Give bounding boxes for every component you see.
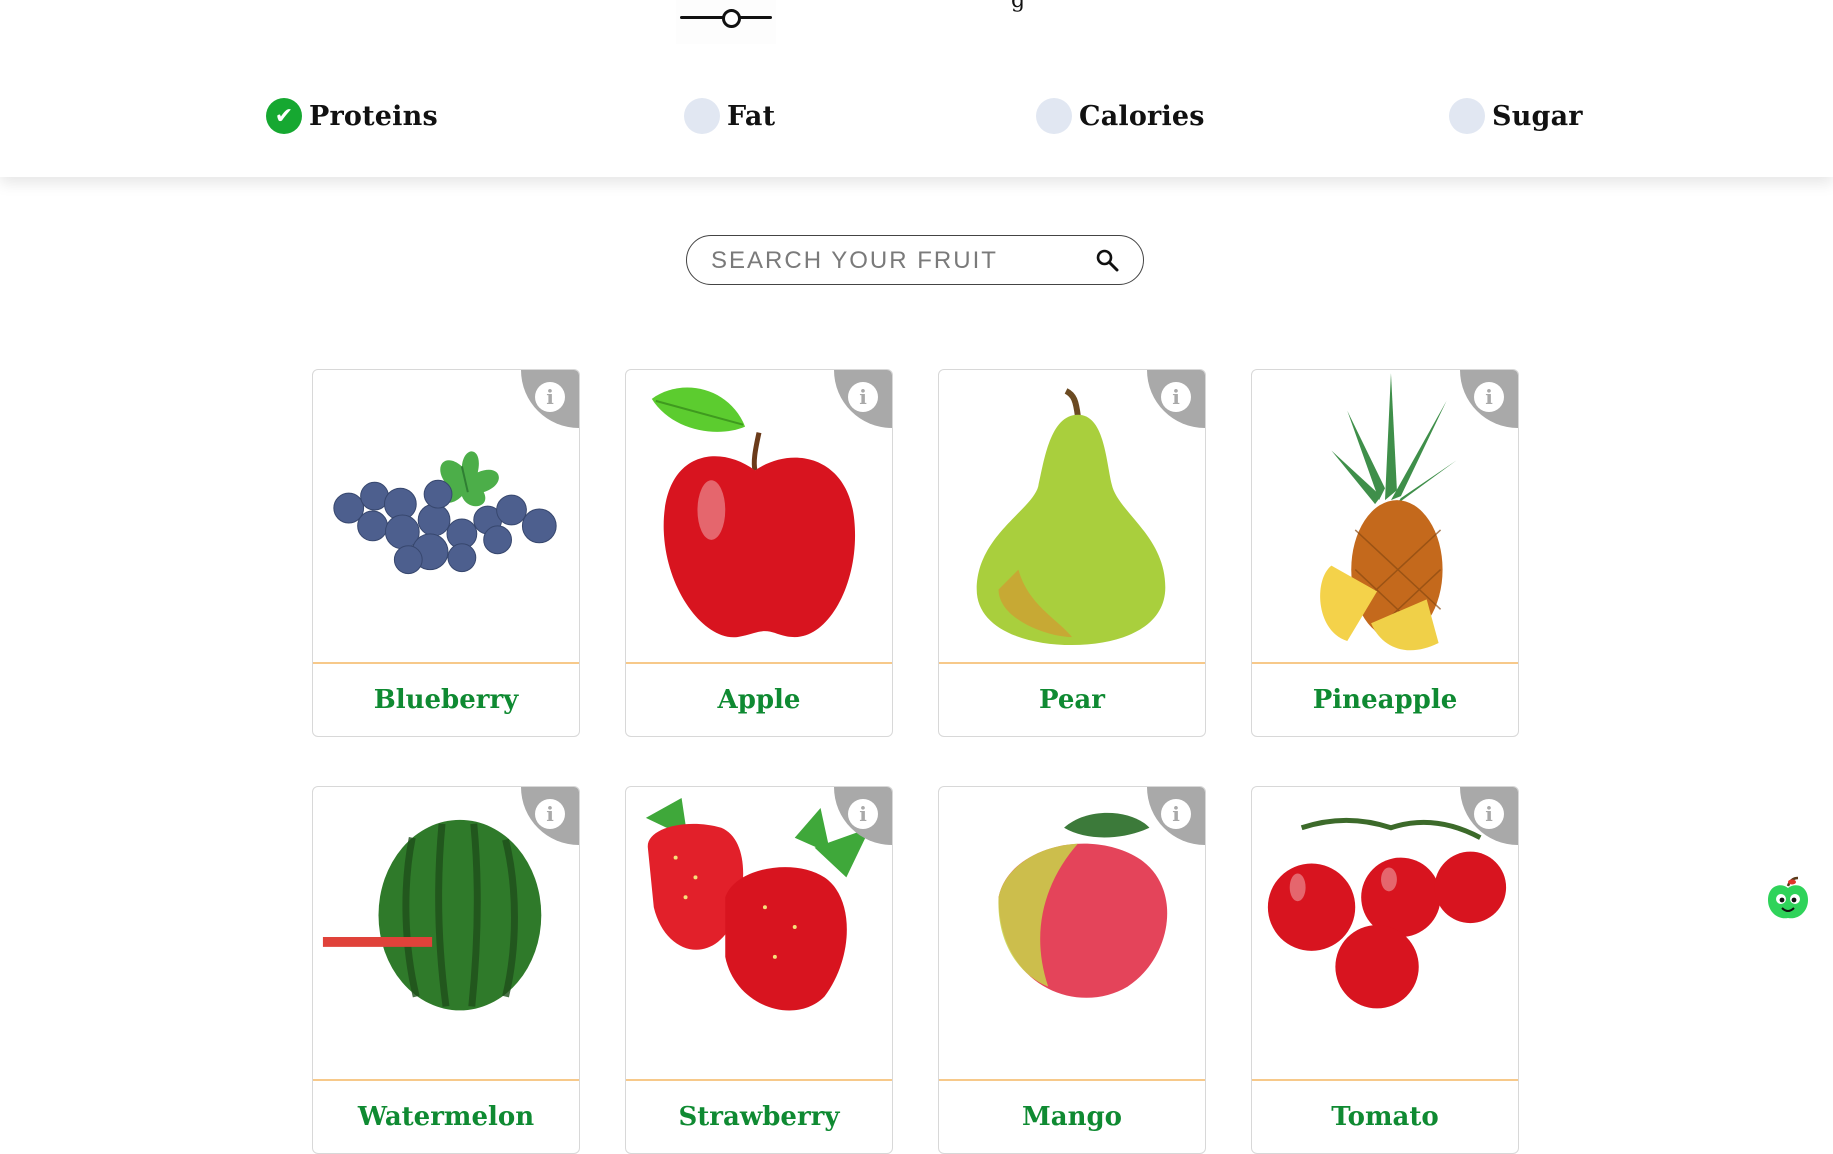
info-icon[interactable]: i xyxy=(848,382,878,412)
fruit-card-blueberry[interactable]: i Blueberry xyxy=(312,369,580,737)
slider-handle[interactable] xyxy=(722,9,741,28)
search-input[interactable] xyxy=(709,244,1073,278)
search-bar[interactable] xyxy=(686,235,1144,285)
apple-mascot-icon[interactable] xyxy=(1766,876,1810,922)
fruit-name: Blueberry xyxy=(373,685,519,715)
filter-option-fat[interactable]: Fat xyxy=(684,98,775,134)
tomato-image xyxy=(1267,817,1507,1009)
info-icon[interactable]: i xyxy=(1161,799,1191,829)
apple-image xyxy=(651,387,856,638)
fruit-name: Watermelon xyxy=(357,1102,535,1132)
info-icon[interactable]: i xyxy=(1474,382,1504,412)
fruit-name: Strawberry xyxy=(678,1102,840,1132)
filter-radio[interactable] xyxy=(1036,98,1072,134)
filter-option-proteins[interactable]: ✔ Proteins xyxy=(266,98,438,134)
info-icon[interactable]: i xyxy=(848,799,878,829)
fruit-name: Mango xyxy=(1021,1102,1123,1132)
fruit-card-pineapple[interactable]: i Pineapple xyxy=(1251,369,1519,737)
info-icon[interactable]: i xyxy=(535,799,565,829)
fruit-card-strawberry[interactable]: i Strawberry xyxy=(625,786,893,1154)
filter-option-sugar[interactable]: Sugar xyxy=(1449,98,1583,134)
header-title-fragment: g xyxy=(1011,0,1026,13)
filter-label-sugar: Sugar xyxy=(1492,100,1583,132)
fruit-card-tomato[interactable]: i Tomato xyxy=(1251,786,1519,1154)
search-icon[interactable] xyxy=(1095,248,1119,272)
filter-label-proteins: Proteins xyxy=(309,100,438,132)
info-icon[interactable]: i xyxy=(1161,382,1191,412)
filter-radio[interactable] xyxy=(1449,98,1485,134)
checkmark-icon: ✔ xyxy=(274,103,294,129)
pineapple-image xyxy=(1320,373,1457,651)
fruit-card-pear[interactable]: i Pear xyxy=(938,369,1206,737)
fruit-card-apple[interactable]: i Apple xyxy=(625,369,893,737)
filter-label-calories: Calories xyxy=(1079,100,1205,132)
fruit-name: Tomato xyxy=(1331,1102,1439,1132)
range-slider[interactable] xyxy=(676,0,776,44)
blueberry-image xyxy=(333,451,557,575)
watermelon-image xyxy=(322,819,542,1011)
mango-image xyxy=(998,812,1168,998)
pear-image xyxy=(976,388,1166,646)
filter-option-calories[interactable]: Calories xyxy=(1036,98,1205,134)
filter-label-fat: Fat xyxy=(727,100,776,132)
fruit-name: Apple xyxy=(717,685,801,715)
fruit-name: Pear xyxy=(1039,685,1105,715)
info-icon[interactable]: i xyxy=(1474,799,1504,829)
fruit-name: Pineapple xyxy=(1312,685,1458,715)
filter-radio-checked[interactable]: ✔ xyxy=(266,98,302,134)
fruit-card-watermelon[interactable]: i Watermelon xyxy=(312,786,580,1154)
info-icon[interactable]: i xyxy=(535,382,565,412)
filter-radio[interactable] xyxy=(684,98,720,134)
filter-header: g ✔ Proteins Fat Calories Sugar xyxy=(0,0,1833,177)
fruit-card-mango[interactable]: i Mango xyxy=(938,786,1206,1154)
strawberry-image xyxy=(645,798,871,1011)
